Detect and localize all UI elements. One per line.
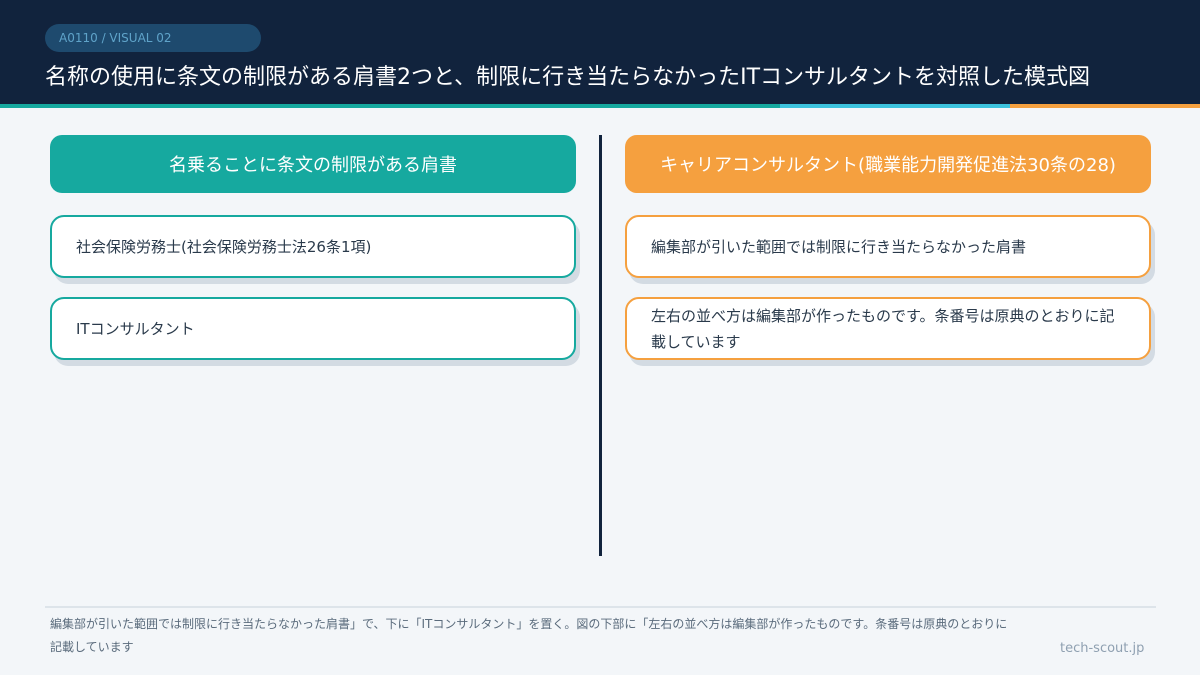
accent-bar-blue [780,104,1010,108]
visual-id-badge: A0110 / VISUAL 02 [45,24,261,52]
footer-brand: tech-scout.jp [1060,641,1145,656]
left-column-heading: 名乗ることに条文の制限がある肩書 [50,135,576,193]
right-card-1-text: 編集部が引いた範囲では制限に行き当たらなかった肩書 [651,237,1027,256]
footer-divider [45,606,1156,608]
right-card-2-text: 左右の並べ方は編集部が作ったものです。条番号は原典のとおりに記載しています [651,306,1115,351]
footer-caption: 編集部が引いた範囲では制限に行き当たらなかった肩書」で、下に「ITコンサルタント… [50,617,1008,654]
right-card-2: 左右の並べ方は編集部が作ったものです。条番号は原典のとおりに記載しています [625,297,1151,360]
accent-bar-orange [1010,104,1200,108]
left-card-2: ITコンサルタント [50,297,576,360]
right-column-heading: キャリアコンサルタント(職業能力開発促進法30条の28) [625,135,1151,193]
header-bar: A0110 / VISUAL 02 名称の使用に条文の制限がある肩書2つと、制限… [0,0,1200,108]
accent-bar-teal [0,104,780,108]
column-divider [599,135,602,556]
left-card-1: 社会保険労務士(社会保険労務士法26条1項) [50,215,576,278]
page-title: 名称の使用に条文の制限がある肩書2つと、制限に行き当たらなかったITコンサルタン… [45,65,1091,90]
left-card-2-text: ITコンサルタント [76,319,195,338]
left-card-1-text: 社会保険労務士(社会保険労務士法26条1項) [76,237,372,256]
right-card-1: 編集部が引いた範囲では制限に行き当たらなかった肩書 [625,215,1151,278]
